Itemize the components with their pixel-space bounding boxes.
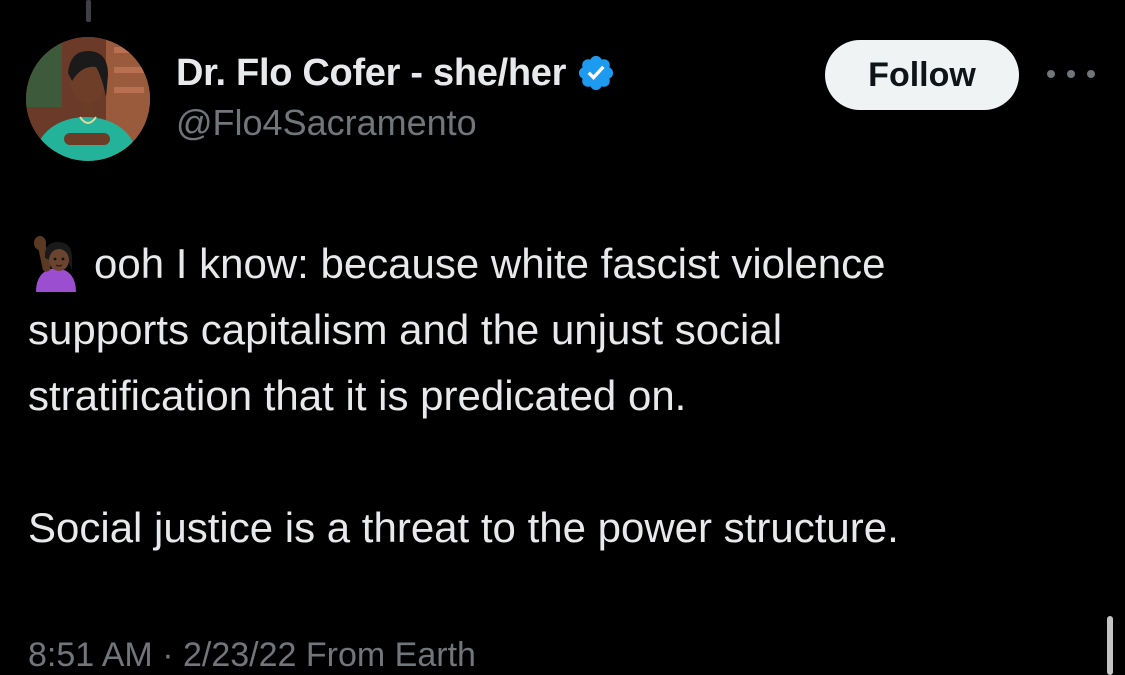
display-name-row: Dr. Flo Cofer - she/her bbox=[176, 50, 616, 96]
follow-button[interactable]: Follow bbox=[825, 40, 1019, 110]
tweet-metadata: 8:51 AM · 2/23/22 From Earth bbox=[28, 636, 476, 675]
tweet-text: ooh I know: because white fascist violen… bbox=[28, 231, 1098, 561]
tweet-date[interactable]: 2/23/22 bbox=[183, 636, 296, 674]
tweet-line-text: stratification that it is predicated on. bbox=[28, 372, 687, 419]
avatar-image bbox=[26, 37, 150, 161]
raising-hand-person-emoji-icon bbox=[28, 236, 84, 292]
tweet-line-text: ooh I know: because white fascist violen… bbox=[94, 240, 886, 287]
verified-badge-icon bbox=[576, 53, 616, 93]
user-handle[interactable]: @Flo4Sacramento bbox=[176, 102, 616, 144]
thread-connector-line bbox=[86, 0, 91, 22]
tweet-line: ooh I know: because white fascist violen… bbox=[28, 231, 1098, 297]
avatar[interactable] bbox=[26, 37, 150, 161]
separator-dot: · bbox=[162, 636, 174, 674]
tweet-line-text: supports capitalism and the unjust socia… bbox=[28, 306, 783, 353]
more-options-icon[interactable] bbox=[1047, 66, 1095, 82]
tweet-line: stratification that it is predicated on. bbox=[28, 363, 1098, 429]
user-name-block[interactable]: Dr. Flo Cofer - she/her @Flo4Sacramento bbox=[176, 50, 616, 144]
tweet-line: Social justice is a threat to the power … bbox=[28, 495, 1098, 561]
tweet-line: supports capitalism and the unjust socia… bbox=[28, 297, 1098, 363]
more-dot bbox=[1047, 70, 1055, 78]
scrollbar-thumb[interactable] bbox=[1107, 616, 1113, 675]
tweet-source: From Earth bbox=[305, 636, 476, 674]
more-dot bbox=[1067, 70, 1075, 78]
more-dot bbox=[1087, 70, 1095, 78]
display-name[interactable]: Dr. Flo Cofer - she/her bbox=[176, 52, 566, 95]
tweet-time[interactable]: 8:51 AM bbox=[28, 636, 153, 674]
tweet-line-text: Social justice is a threat to the power … bbox=[28, 504, 899, 551]
